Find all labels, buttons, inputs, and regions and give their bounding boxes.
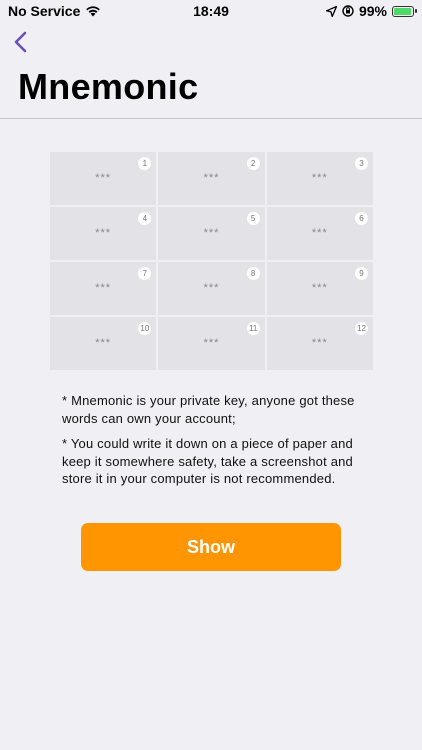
orientation-lock-icon <box>342 5 354 17</box>
word-text: *** <box>95 172 112 184</box>
note-private-key: * Mnemonic is your private key, anyone g… <box>62 393 355 426</box>
word-text: *** <box>95 282 112 294</box>
mnemonic-grid: 1 *** 2 *** 3 *** 4 *** 5 *** 6 *** 7 *** 8 *** … <box>50 152 373 370</box>
mnemonic-notes: * Mnemonic is your private key, anyone g… <box>62 392 362 488</box>
status-right: 99% <box>325 3 417 19</box>
word-index: 4 <box>138 212 152 225</box>
mnemonic-cell: 8 *** <box>158 262 265 315</box>
word-index: 11 <box>246 322 260 335</box>
mnemonic-cell: 4 *** <box>50 207 157 260</box>
status-bar: No Service 18:49 99% <box>0 0 422 22</box>
page-title: Mnemonic <box>18 66 199 107</box>
mnemonic-cell: 11 *** <box>158 317 265 370</box>
word-text: *** <box>95 337 112 349</box>
mnemonic-cell: 7 *** <box>50 262 157 315</box>
mnemonic-cell: 1 *** <box>50 152 157 205</box>
word-index: 1 <box>138 157 152 170</box>
word-index: 8 <box>246 267 260 280</box>
word-index: 2 <box>246 157 260 170</box>
back-chevron-icon[interactable] <box>10 30 34 54</box>
word-text: *** <box>311 172 328 184</box>
word-index: 6 <box>355 212 368 225</box>
mnemonic-cell: 6 *** <box>266 207 373 260</box>
mnemonic-cell: 9 *** <box>266 262 373 315</box>
word-index: 7 <box>138 267 152 280</box>
word-text: *** <box>95 227 112 239</box>
note-backup: * You could write it down on a piece of … <box>62 436 353 486</box>
show-button[interactable]: Show <box>81 523 341 571</box>
word-index: 5 <box>246 212 260 225</box>
battery-percent: 99% <box>358 3 387 19</box>
word-text: *** <box>311 337 328 349</box>
word-text: *** <box>203 227 220 239</box>
mnemonic-cell: 3 *** <box>266 152 373 205</box>
location-arrow-icon <box>325 5 337 17</box>
word-text: *** <box>311 282 328 294</box>
word-index: 9 <box>355 267 368 280</box>
word-text: *** <box>203 172 220 184</box>
word-text: *** <box>203 282 220 294</box>
word-index: 10 <box>138 322 152 335</box>
battery-icon <box>392 5 417 17</box>
battery-fill <box>394 7 411 15</box>
word-text: *** <box>203 337 220 349</box>
mnemonic-cell: 10 *** <box>50 317 157 370</box>
word-index: 3 <box>355 157 368 170</box>
header-divider <box>0 118 422 119</box>
mnemonic-cell: 2 *** <box>158 152 265 205</box>
word-index: 12 <box>355 322 368 335</box>
mnemonic-cell: 5 *** <box>158 207 265 260</box>
mnemonic-cell: 12 *** <box>266 317 373 370</box>
word-text: *** <box>311 227 328 239</box>
